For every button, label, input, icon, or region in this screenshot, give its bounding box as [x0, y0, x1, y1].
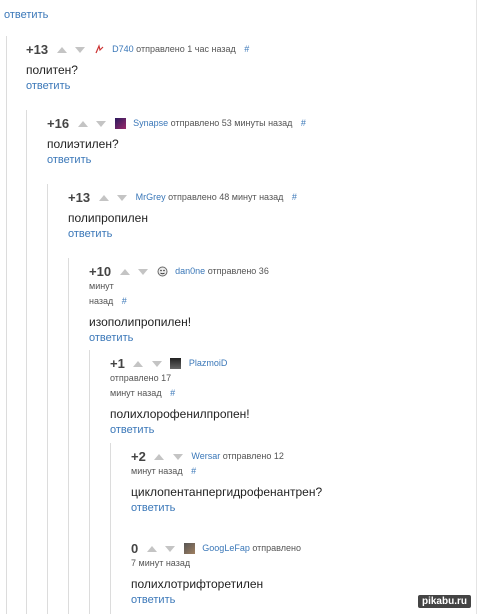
comment-header-cont: минут назад #: [110, 386, 270, 401]
comment-permalink[interactable]: #: [170, 388, 175, 398]
comment: +1 PlazmoiD отправлено 17 минут назад # …: [110, 356, 270, 436]
upvote-icon[interactable]: [146, 545, 157, 552]
comment-text: циклопентанпергидрофенантрен?: [131, 485, 323, 500]
upvote-icon[interactable]: [154, 453, 165, 460]
comment-author[interactable]: GoogLeFap: [202, 543, 250, 553]
comment-author[interactable]: Synapse: [133, 118, 168, 128]
reply-link[interactable]: ответить: [47, 154, 306, 166]
comment-text: полихлорофенилпропен!: [110, 407, 250, 422]
comment-score: +13: [68, 190, 91, 206]
thread-line-5: [89, 350, 90, 614]
upvote-icon[interactable]: [77, 120, 88, 127]
reply-link[interactable]: ответить: [89, 332, 269, 344]
user-avatar: [183, 543, 195, 555]
comment-score: +1: [110, 356, 125, 372]
comment-score: +2: [131, 449, 146, 465]
downvote-icon[interactable]: [172, 453, 183, 460]
comment: +2 Wersar отправлено 12 минут назад # ци…: [131, 449, 341, 514]
comment-header-cont: назад #: [89, 294, 269, 309]
user-avatar: [170, 358, 182, 370]
comment-header: +2 Wersar отправлено 12: [131, 449, 341, 464]
comment-time-cont: 7 минут назад: [131, 558, 191, 569]
reply-link[interactable]: ответить: [131, 594, 331, 606]
comment-header: +13 D740 отправлено 1 час назад #: [26, 42, 249, 57]
comment-text: полиэтилен?: [47, 137, 119, 152]
downvote-icon[interactable]: [165, 545, 176, 552]
downvote-icon[interactable]: [75, 46, 86, 53]
reply-link[interactable]: ответить: [26, 80, 249, 92]
comment-time: отправлено 53 минуты назад: [170, 118, 293, 128]
comment-permalink[interactable]: #: [301, 118, 306, 128]
downvote-icon[interactable]: [96, 120, 107, 127]
comment: +16 Synapse отправлено 53 минуты назад #…: [47, 116, 306, 166]
comment-author[interactable]: Wersar: [191, 451, 220, 461]
reply-link[interactable]: ответить: [68, 228, 297, 240]
comment-header: 0 GoogLeFap отправлено: [131, 541, 331, 556]
sign-icon: [95, 44, 104, 54]
thread-line-2: [26, 110, 27, 614]
upvote-icon[interactable]: [98, 194, 109, 201]
downvote-icon[interactable]: [151, 360, 162, 367]
comment-time-cont: минут назад: [110, 388, 162, 399]
comment-author[interactable]: dan0ne: [175, 266, 205, 276]
upvote-icon[interactable]: [56, 46, 67, 53]
face-icon: [157, 266, 168, 277]
comment: 0 GoogLeFap отправлено 7 минут назад пол…: [131, 541, 331, 606]
comment-permalink[interactable]: #: [292, 192, 297, 202]
comment-text: полихлотрифторетилен: [131, 577, 264, 592]
comment-header: +1 PlazmoiD отправлено 17: [110, 356, 270, 386]
reply-link[interactable]: ответить: [131, 502, 341, 514]
comment: +10 dan0ne отправлено 36 минут назад # и…: [89, 264, 269, 344]
watermark: pikabu.ru: [417, 595, 471, 608]
user-avatar: [114, 118, 126, 130]
comment-text: полипропилен: [68, 211, 148, 226]
comment-header: +10 dan0ne отправлено 36 минут: [89, 264, 269, 294]
comment: +13 MrGrey отправлено 48 минут назад # п…: [68, 190, 297, 240]
upvote-icon[interactable]: [133, 360, 144, 367]
downvote-icon[interactable]: [138, 268, 149, 275]
thread-line-6: [110, 443, 111, 614]
comment-time-cont: назад: [89, 296, 114, 307]
comment-time-cont: минут назад: [131, 466, 183, 477]
comment-author[interactable]: D740: [112, 44, 134, 54]
comment-score: +13: [26, 42, 49, 58]
comment-time: отправлено: [252, 543, 301, 553]
comment-time: отправлено 48 минут назад: [168, 192, 284, 202]
comment-time: отправлено 12: [222, 451, 284, 461]
comment-score: 0: [131, 541, 139, 557]
comment-header: +16 Synapse отправлено 53 минуты назад #: [47, 116, 306, 131]
comment-time: отправлено 17: [110, 373, 172, 384]
thread-line-3: [47, 184, 48, 614]
comment-permalink[interactable]: #: [244, 44, 249, 54]
comment-author[interactable]: MrGrey: [136, 192, 166, 202]
comment-score: +16: [47, 116, 70, 132]
comment-author[interactable]: PlazmoiD: [189, 358, 228, 368]
comment-time: отправлено 1 час назад: [136, 44, 236, 54]
comment: +13 D740 отправлено 1 час назад # полите…: [26, 42, 249, 92]
comment-text: политен?: [26, 63, 78, 78]
comment-permalink[interactable]: #: [191, 466, 196, 476]
comment-header-cont: минут назад #: [131, 464, 341, 479]
comment-score: +10: [89, 264, 112, 280]
reply-link-top[interactable]: ответить: [4, 9, 48, 21]
thread-line-1: [6, 36, 7, 614]
downvote-icon[interactable]: [117, 194, 128, 201]
thread-line-4: [68, 258, 69, 614]
upvote-icon[interactable]: [119, 268, 130, 275]
comment-permalink[interactable]: #: [122, 296, 127, 306]
reply-link[interactable]: ответить: [110, 424, 270, 436]
comment-header-cont: 7 минут назад: [131, 556, 331, 571]
comment-header: +13 MrGrey отправлено 48 минут назад #: [68, 190, 297, 205]
comment-text: изополипропилен!: [89, 315, 192, 330]
